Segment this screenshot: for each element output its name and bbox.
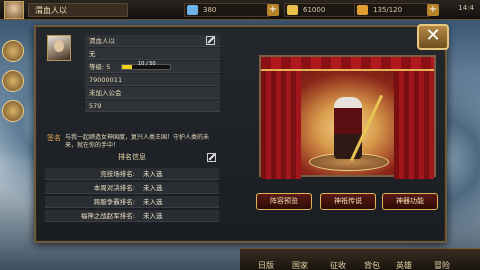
profile-id-row: 79000011 — [85, 74, 220, 86]
artifact-button[interactable]: 神器功能 — [382, 193, 438, 210]
stamina-value: 380 — [203, 6, 217, 14]
profile-name: 渭血人以 — [89, 37, 115, 45]
exp-progress-fill — [122, 65, 132, 69]
resource-energy: 135/120 + — [354, 3, 439, 17]
gold-value: 61000 — [303, 6, 326, 14]
side-event-icon[interactable] — [2, 40, 24, 62]
profile-name-row: 渭血人以 — [85, 35, 220, 47]
stamina-icon — [187, 5, 198, 15]
nav-item-2[interactable]: 征收 — [330, 260, 346, 270]
rank-row: 本周对决排名: 未入选 — [45, 182, 219, 194]
exp-text: 10 / 50 — [138, 61, 156, 67]
nav-item-3[interactable]: 背包 — [364, 260, 380, 270]
signature-text: 与我一起缔造女神国度，复兴人类王国！守护人类的未来，就在你的手中！ — [65, 134, 210, 149]
rank-value: 未入选 — [143, 170, 163, 178]
add-stamina-button[interactable]: + — [267, 4, 279, 16]
side-task-icon[interactable] — [2, 70, 24, 92]
rank-value: 未入选 — [143, 184, 163, 192]
energy-icon — [357, 5, 368, 15]
profile-guild-row: 未加入公会 — [85, 87, 220, 99]
nav-item-5[interactable]: 冒险 — [434, 260, 450, 270]
bottom-nav: 日版 国家 征收 背包 英雄 冒险 — [240, 248, 480, 270]
profile-power: 579 — [89, 102, 102, 110]
curtain-left — [261, 57, 301, 179]
resource-stamina: 380 + — [184, 3, 279, 17]
rank-value: 未入选 — [143, 198, 163, 206]
rank-label: 福神之战赵军排名: — [80, 212, 135, 220]
nav-item-0[interactable]: 日版 — [258, 260, 274, 270]
hero-display-stage — [259, 55, 436, 179]
profile-level: 等级: 5 — [89, 63, 111, 71]
rank-label: 跨服争霸排名: — [93, 198, 135, 206]
energy-value: 135/120 — [373, 6, 403, 14]
side-shop-icon[interactable] — [2, 100, 24, 122]
profile-id: 79000011 — [89, 76, 123, 84]
player-name-label: 渭血人以 — [28, 3, 128, 17]
rank-label: 竞技场排名: — [100, 170, 135, 178]
profile-title-row: 无 — [85, 48, 220, 60]
top-resource-bar: 渭血人以 380 + 61000 + 135/120 + 14:4 — [0, 0, 480, 20]
close-button[interactable]: ✕ — [417, 24, 449, 50]
lineup-preview-button[interactable]: 阵容预览 — [256, 193, 312, 210]
nav-item-1[interactable]: 国家 — [292, 260, 308, 270]
add-energy-button[interactable]: + — [427, 4, 439, 16]
edit-signature-icon[interactable] — [207, 153, 216, 162]
ranking-header: 排名信息 — [118, 153, 146, 161]
player-avatar-icon[interactable] — [4, 1, 24, 19]
rank-row: 跨服争霸排名: 未入选 — [45, 196, 219, 208]
profile-power-row: 579 — [85, 100, 220, 112]
legend-button[interactable]: 神祇传说 — [320, 193, 376, 210]
status-clock: 14:4 — [458, 4, 474, 12]
close-icon: ✕ — [425, 25, 441, 46]
nav-item-4[interactable]: 英雄 — [396, 260, 412, 270]
signature-label: 签名 — [47, 134, 61, 142]
gold-coin-icon — [287, 5, 298, 15]
rank-label: 本周对决排名: — [93, 184, 135, 192]
curtain-valance — [261, 57, 434, 71]
rank-value: 未入选 — [143, 212, 163, 220]
curtain-right — [394, 57, 434, 179]
rank-row: 竞技场排名: 未入选 — [45, 168, 219, 180]
profile-title: 无 — [89, 50, 96, 58]
edit-name-icon[interactable] — [206, 36, 215, 45]
player-portrait — [47, 35, 71, 61]
profile-guild: 未加入公会 — [89, 89, 122, 97]
rank-row: 福神之战赵军排名: 未入选 — [45, 210, 219, 222]
